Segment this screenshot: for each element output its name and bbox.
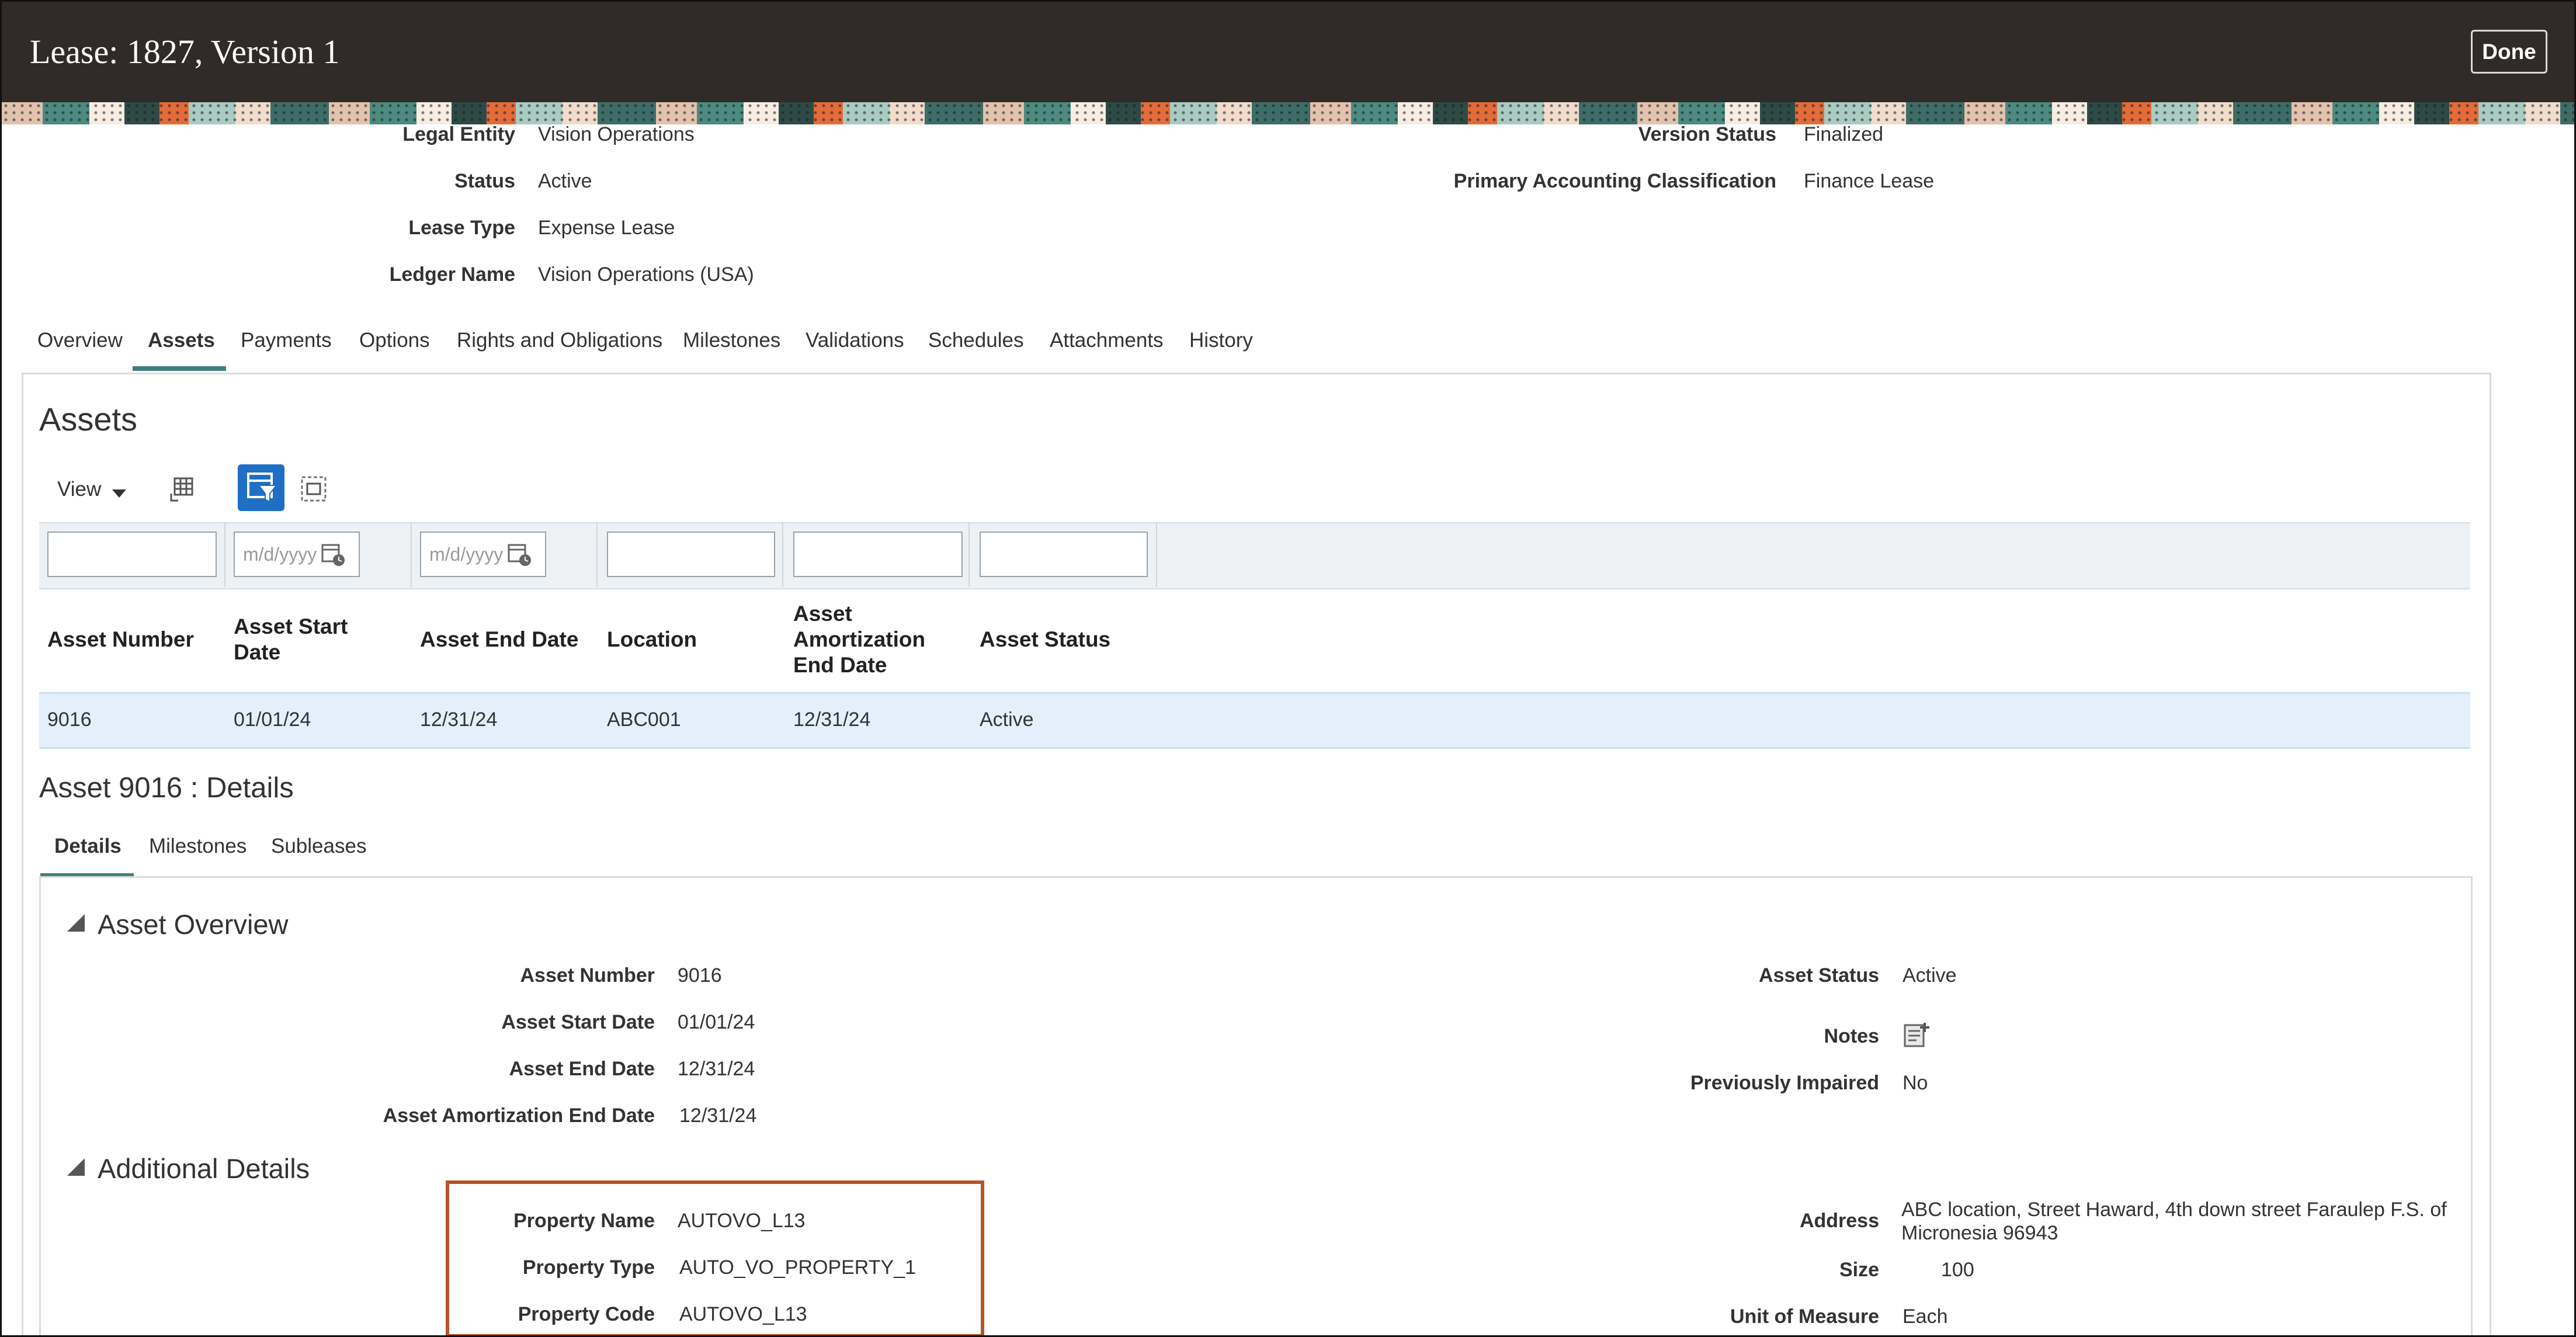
tab-history[interactable]: History (1189, 329, 1253, 352)
tab-options[interactable]: Options (359, 329, 430, 352)
subtab-details[interactable]: Details (54, 835, 121, 858)
detach-icon[interactable] (300, 475, 328, 503)
tab-rights-and-obligations[interactable]: Rights and Obligations (457, 329, 662, 352)
tab-assets[interactable]: Assets (148, 329, 215, 352)
tab-payments[interactable]: Payments (241, 329, 332, 352)
unit-of-measure-value: Each (1903, 1305, 1948, 1328)
filter-separator (782, 522, 783, 587)
version-status-label: Version Status (1638, 123, 1776, 145)
detail-amortization-end-date-label: Asset Amortization End Date (383, 1105, 655, 1127)
filter-separator (596, 522, 598, 587)
previously-impaired-value: No (1903, 1072, 1928, 1094)
detail-start-date-value: 01/01/24 (678, 1011, 755, 1033)
property-name-value: AUTOVO_L13 (678, 1210, 806, 1232)
cell-asset-number: 9016 (47, 709, 92, 731)
details-heading: Asset 9016 : Details (39, 772, 294, 804)
tab-milestones[interactable]: Milestones (683, 329, 780, 352)
column-asset-number[interactable]: Asset Number (47, 627, 217, 652)
detail-asset-status-label: Asset Status (1759, 964, 1879, 987)
accounting-classification-value: Finance Lease (1804, 170, 1935, 192)
query-by-example-button[interactable] (238, 464, 284, 511)
detail-amortization-end-date-value: 12/31/24 (679, 1105, 757, 1127)
legal-entity-value: Vision Operations (538, 123, 695, 145)
column-asset-status[interactable]: Asset Status (980, 627, 1155, 652)
page-header: Lease: 1827, Version 1 Done (2, 2, 2574, 102)
subtab-subleases[interactable]: Subleases (271, 835, 366, 858)
table-row[interactable] (39, 692, 2470, 749)
address-line-2: Micronesia 96943 (1901, 1222, 2058, 1244)
tab-overview[interactable]: Overview (37, 329, 123, 352)
lease-type-label: Lease Type (408, 217, 515, 239)
collapse-triangle-icon[interactable] (67, 1158, 85, 1176)
property-type-label: Property Type (522, 1256, 655, 1279)
accounting-classification-label: Primary Accounting Classification (1453, 170, 1776, 192)
version-status-value: Finalized (1804, 123, 1884, 145)
filter-separator (968, 522, 970, 587)
tab-attachments[interactable]: Attachments (1050, 329, 1164, 352)
column-location[interactable]: Location (607, 627, 770, 652)
collapse-triangle-icon[interactable] (67, 914, 85, 932)
cell-asset-status: Active (980, 709, 1034, 731)
address-label: Address (1799, 1210, 1879, 1232)
dropdown-arrow-icon (112, 489, 126, 498)
lease-type-value: Expense Lease (538, 217, 675, 239)
property-code-label: Property Code (518, 1303, 655, 1325)
additional-details-heading[interactable]: Additional Details (98, 1152, 310, 1185)
notes-label: Notes (1824, 1025, 1879, 1047)
detail-asset-number-label: Asset Number (520, 964, 655, 987)
detail-asset-number-value: 9016 (678, 964, 722, 987)
column-asset-start-date[interactable]: Asset Start Date (234, 614, 350, 665)
filter-separator (411, 522, 412, 587)
filter-row (39, 522, 2470, 589)
property-name-label: Property Name (513, 1210, 655, 1232)
cell-location: ABC001 (607, 709, 681, 731)
column-asset-end-date[interactable]: Asset End Date (420, 627, 595, 652)
filter-table-icon (247, 473, 278, 503)
legal-entity-label: Legal Entity (402, 123, 515, 145)
ledger-name-value: Vision Operations (USA) (538, 263, 754, 286)
page-title: Lease: 1827, Version 1 (30, 33, 340, 71)
done-button[interactable]: Done (2471, 30, 2547, 74)
asset-overview-heading[interactable]: Asset Overview (98, 908, 288, 940)
status-label: Status (454, 170, 515, 192)
detail-start-date-label: Asset Start Date (501, 1011, 655, 1033)
cell-amortization-end-date: 12/31/24 (793, 709, 871, 731)
detail-end-date-label: Asset End Date (509, 1058, 655, 1080)
lease-window: Lease: 1827, Version 1 Done Legal Entity… (0, 0, 2576, 1337)
status-value: Active (538, 170, 592, 192)
add-note-icon[interactable] (1903, 1020, 1932, 1050)
size-value: 100 (1941, 1259, 1974, 1281)
calendar-icon[interactable] (506, 540, 533, 567)
property-code-value: AUTOVO_L13 (679, 1303, 807, 1325)
cell-end-date: 12/31/24 (420, 709, 498, 731)
size-label: Size (1839, 1259, 1879, 1281)
tab-validations[interactable]: Validations (806, 329, 904, 352)
amortization-end-date-filter[interactable] (793, 532, 963, 577)
view-menu-label: View (57, 478, 102, 501)
decorative-banner (2, 102, 2574, 124)
asset-number-filter[interactable] (47, 532, 217, 577)
detail-asset-status-value: Active (1903, 964, 1957, 987)
calendar-icon[interactable] (320, 540, 347, 567)
filter-separator (1156, 522, 1157, 587)
address-line-1: ABC location, Street Haward, 4th down st… (1901, 1199, 2447, 1221)
previously-impaired-label: Previously Impaired (1690, 1072, 1879, 1094)
location-filter[interactable] (607, 532, 775, 577)
ledger-name-label: Ledger Name (389, 263, 515, 286)
tab-schedules[interactable]: Schedules (928, 329, 1023, 352)
banner-pattern (2, 102, 2574, 124)
unit-of-measure-label: Unit of Measure (1730, 1305, 1879, 1328)
address-value: ABC location, Street Haward, 4th down st… (1901, 1198, 2447, 1245)
detail-end-date-value: 12/31/24 (678, 1058, 755, 1080)
assets-heading: Assets (39, 401, 138, 437)
cell-start-date: 01/01/24 (234, 709, 311, 731)
column-amortization-end-date[interactable]: Asset Amortization End Date (793, 601, 951, 678)
selected-tab-indicator (133, 366, 226, 371)
property-type-value: AUTO_VO_PROPERTY_1 (679, 1256, 916, 1279)
subtab-milestones[interactable]: Milestones (149, 835, 247, 858)
filter-separator (224, 522, 225, 587)
asset-status-filter[interactable] (980, 532, 1148, 577)
view-menu[interactable]: View (57, 478, 127, 501)
freeze-columns-icon[interactable] (168, 476, 195, 503)
